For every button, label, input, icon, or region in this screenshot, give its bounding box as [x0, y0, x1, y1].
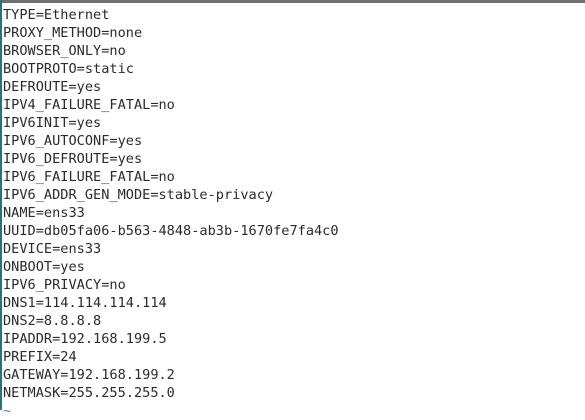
config-line-ipaddr: IPADDR=192.168.199.5	[3, 331, 167, 347]
config-line-type: TYPE=Ethernet	[3, 7, 110, 23]
config-line-defroute: DEFROUTE=yes	[3, 79, 102, 95]
config-line-ipv6-addr-gen-mode: IPV6_ADDR_GEN_MODE=stable-privacy	[3, 187, 274, 203]
config-line-ipv6-defroute: IPV6_DEFROUTE=yes	[3, 151, 143, 167]
config-line-browser-only: BROWSER_ONLY=no	[3, 43, 126, 59]
file-content[interactable]: TYPE=Ethernet PROXY_METHOD=none BROWSER_…	[3, 6, 339, 420]
empty-line-marker: ~	[3, 403, 12, 419]
config-line-ipv6-autoconf: IPV6_AUTOCONF=yes	[3, 133, 143, 149]
config-line-ipv6-privacy: IPV6_PRIVACY=no	[3, 277, 126, 293]
config-line-netmask: NETMASK=255.255.255.0	[3, 385, 175, 401]
editor-left-border	[0, 0, 2, 410]
text-editor[interactable]: TYPE=Ethernet PROXY_METHOD=none BROWSER_…	[0, 0, 585, 419]
config-line-gateway: GATEWAY=192.168.199.2	[3, 367, 175, 383]
config-line-onboot: ONBOOT=yes	[3, 259, 85, 275]
config-line-uuid: UUID=db05fa06-b563-4848-ab3b-1670fe7fa4c…	[3, 223, 339, 239]
config-line-name: NAME=ens33	[3, 205, 85, 221]
config-line-device: DEVICE=ens33	[3, 241, 102, 257]
config-line-proxy-method: PROXY_METHOD=none	[3, 25, 143, 41]
config-line-ipv6init: IPV6INIT=yes	[3, 115, 102, 131]
config-line-ipv4-failure-fatal: IPV4_FAILURE_FATAL=no	[3, 97, 175, 113]
config-line-bootproto: BOOTPROTO=static	[3, 61, 134, 77]
config-line-prefix: PREFIX=24	[3, 349, 77, 365]
config-line-ipv6-failure-fatal: IPV6_FAILURE_FATAL=no	[3, 169, 175, 185]
window-top-border	[0, 0, 585, 3]
config-line-dns2: DNS2=8.8.8.8	[3, 313, 102, 329]
config-line-dns1: DNS1=114.114.114.114	[3, 295, 167, 311]
